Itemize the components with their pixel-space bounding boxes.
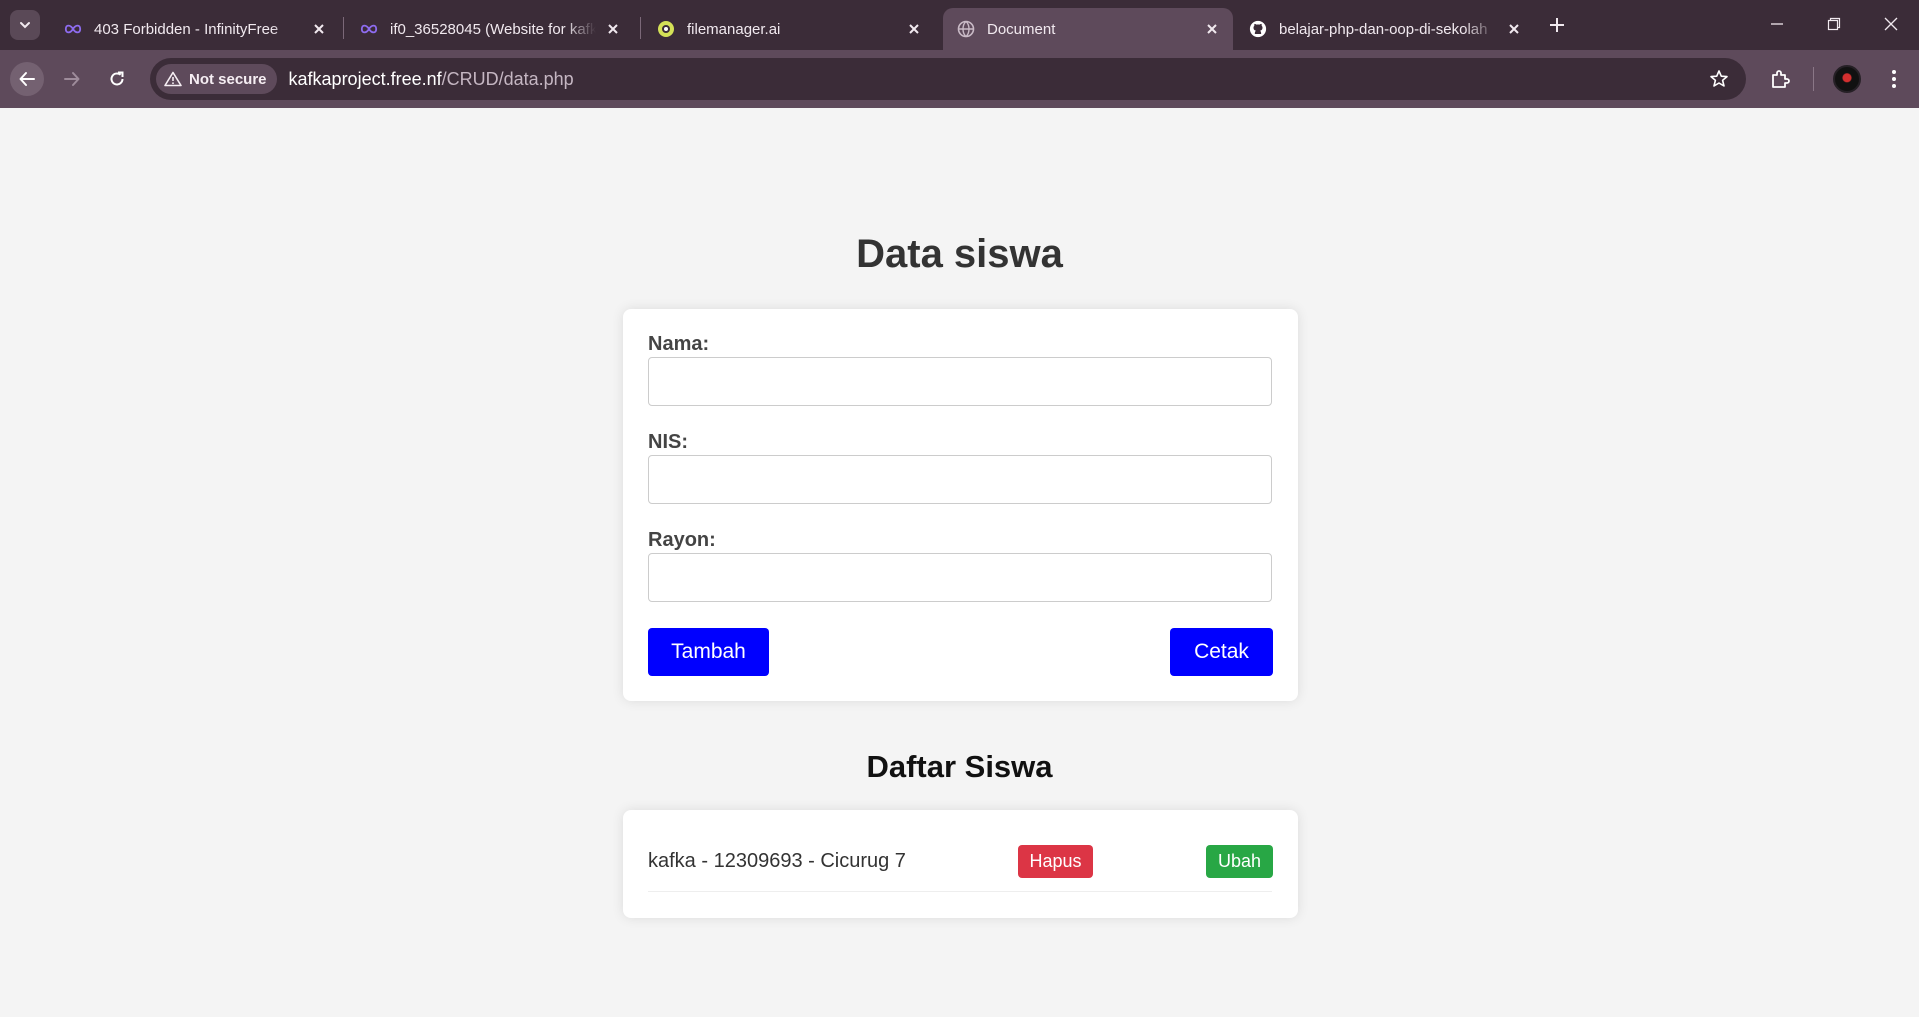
filemanager-icon bbox=[657, 20, 675, 38]
github-icon bbox=[1249, 20, 1267, 38]
url-host: kafkaproject.free.nf bbox=[288, 68, 442, 89]
nama-label: Nama: bbox=[648, 333, 710, 355]
close-window-button[interactable] bbox=[1868, 0, 1914, 48]
infinity-icon bbox=[360, 20, 378, 38]
url-path: /CRUD/data.php bbox=[441, 68, 574, 89]
student-entry-text: kafka - 12309693 - Cicurug 7 bbox=[648, 850, 906, 872]
tab-divider bbox=[640, 17, 641, 39]
close-icon[interactable] bbox=[1201, 18, 1223, 40]
tab-title: Document bbox=[987, 20, 1056, 38]
profile-avatar[interactable] bbox=[1833, 65, 1861, 93]
address-bar[interactable]: Not secure kafkaproject.free.nf/CRUD/dat… bbox=[150, 58, 1746, 100]
reload-button[interactable] bbox=[100, 62, 134, 96]
chevron-down-icon bbox=[20, 22, 30, 29]
security-indicator[interactable]: Not secure bbox=[156, 64, 277, 94]
tab-github-repo[interactable]: belajar-php-dan-oop-di-sekolah bbox=[1235, 8, 1535, 50]
close-icon[interactable] bbox=[903, 18, 925, 40]
warning-icon bbox=[164, 71, 182, 87]
tab-filemanager[interactable]: filemanager.ai bbox=[643, 8, 935, 50]
url-text: kafkaproject.free.nf/CRUD/data.php bbox=[289, 69, 574, 90]
bookmark-star-icon[interactable] bbox=[1708, 68, 1730, 90]
browser-tab-strip: 403 Forbidden - InfinityFree if0_3652804… bbox=[0, 0, 1919, 50]
student-form-card: Nama: NIS: Rayon: Tambah Cetak bbox=[623, 309, 1298, 701]
close-icon[interactable] bbox=[1503, 18, 1525, 40]
student-list-title: Daftar Siswa bbox=[866, 749, 1053, 784]
minimize-button[interactable] bbox=[1754, 0, 1800, 48]
tab-search-button[interactable] bbox=[10, 10, 40, 40]
minimize-icon bbox=[1771, 23, 1783, 25]
extensions-button[interactable] bbox=[1764, 62, 1798, 96]
print-button[interactable]: Cetak bbox=[1170, 628, 1273, 676]
arrow-right-icon bbox=[64, 72, 80, 86]
puzzle-icon bbox=[1772, 70, 1790, 88]
menu-button[interactable] bbox=[1877, 62, 1911, 96]
browser-toolbar: Not secure kafkaproject.free.nf/CRUD/dat… bbox=[0, 50, 1919, 108]
rayon-label: Rayon: bbox=[648, 529, 716, 551]
infinity-icon bbox=[64, 20, 82, 38]
tab-403-forbidden[interactable]: 403 Forbidden - InfinityFree bbox=[50, 8, 340, 50]
back-button[interactable] bbox=[10, 62, 44, 96]
globe-icon bbox=[957, 20, 975, 38]
plus-icon bbox=[1550, 18, 1564, 32]
tab-if0-website[interactable]: if0_36528045 (Website for kafka bbox=[346, 8, 634, 50]
delete-button[interactable]: Hapus bbox=[1018, 845, 1093, 878]
tab-document[interactable]: Document bbox=[943, 8, 1233, 50]
forward-button[interactable] bbox=[55, 62, 89, 96]
tab-title: belajar-php-dan-oop-di-sekolah bbox=[1279, 20, 1488, 38]
toolbar-divider bbox=[1813, 67, 1814, 91]
security-label: Not secure bbox=[189, 70, 267, 88]
tab-title: filemanager.ai bbox=[687, 20, 781, 38]
tab-title: 403 Forbidden - InfinityFree bbox=[94, 20, 279, 38]
list-item: kafka - 12309693 - Cicurug 7 Hapus Ubah bbox=[648, 834, 1273, 892]
new-tab-button[interactable] bbox=[1544, 12, 1570, 38]
tab-divider bbox=[343, 17, 344, 39]
tab-title: if0_36528045 (Website for kafka bbox=[390, 20, 596, 38]
nama-input[interactable] bbox=[648, 357, 1272, 406]
student-list-card: kafka - 12309693 - Cicurug 7 Hapus Ubah bbox=[623, 810, 1298, 918]
nis-label: NIS: bbox=[648, 431, 688, 453]
rayon-input[interactable] bbox=[648, 553, 1272, 602]
arrow-left-icon bbox=[19, 72, 35, 86]
close-icon[interactable] bbox=[602, 18, 624, 40]
add-button[interactable]: Tambah bbox=[648, 628, 769, 676]
nis-input[interactable] bbox=[648, 455, 1272, 504]
restore-button[interactable] bbox=[1811, 0, 1857, 48]
restore-icon bbox=[1827, 17, 1841, 31]
more-vertical-icon bbox=[1892, 70, 1896, 88]
close-icon[interactable] bbox=[308, 18, 330, 40]
edit-button[interactable]: Ubah bbox=[1206, 845, 1273, 878]
close-icon bbox=[1884, 17, 1898, 31]
reload-icon bbox=[110, 71, 124, 86]
page-title: Data siswa bbox=[856, 232, 1063, 276]
